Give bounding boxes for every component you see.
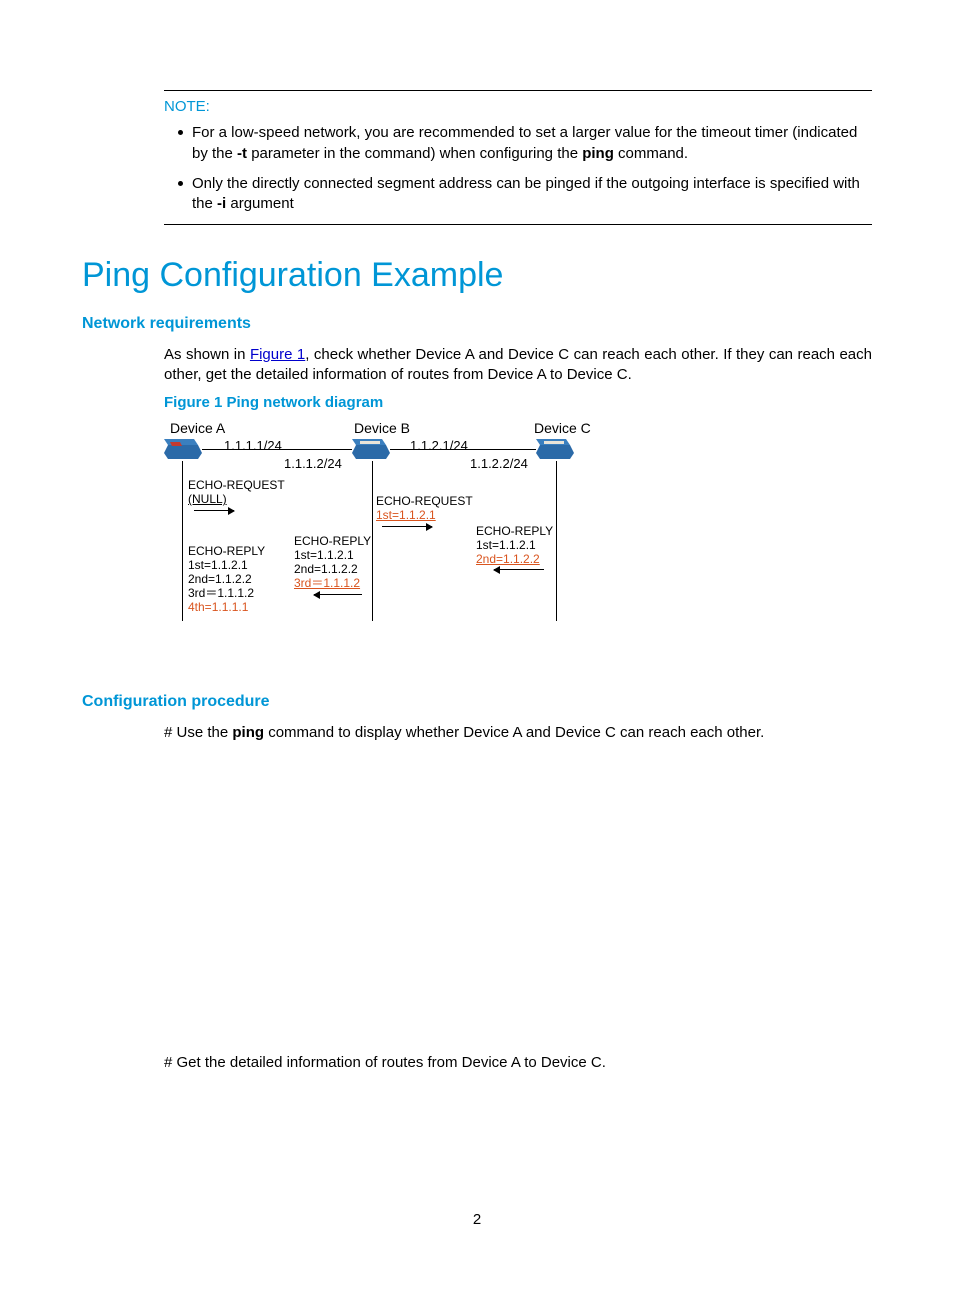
req-a-l2: (NULL) [188,493,285,507]
netreq-heading: Network requirements [82,313,872,335]
timeline-c [556,461,557,621]
msg-rep-b: ECHO-REPLY 1st=1.1.2.1 2nd=1.1.2.2 3rd＝1… [294,535,371,590]
note-2-mid: argument [226,195,294,212]
label-device-a: Device A [170,419,225,438]
figure-caption: Figure 1 Ping network diagram [164,393,872,413]
req-b-l1: ECHO-REQUEST [376,495,473,509]
cfg-p1-b: ping [232,724,264,741]
network-diagram: Device A Device B Device C 1.1.1.1/24 1.… [164,419,594,649]
rep-b-l3: 2nd=1.1.2.2 [294,563,371,577]
note-1-mid: parameter in the command) when configuri… [247,145,582,162]
arrow-req-a [194,510,234,511]
rep-b-l4: 3rd＝1.1.1.2 [294,577,371,591]
rep-b-l2: 1st=1.1.2.1 [294,549,371,563]
cfg-p1: # Use the ping command to display whethe… [164,723,872,743]
ip-c-left: 1.1.2.2/24 [470,455,528,473]
label-device-b: Device B [354,419,410,438]
note-title: NOTE: [164,97,872,117]
rep-a-l4: 3rd＝1.1.1.2 [188,587,265,601]
req-a-l1: ECHO-REQUEST [188,479,285,493]
cfg-p1-pre: # Use the [164,724,232,741]
rep-c-l1: ECHO-REPLY [476,525,553,539]
msg-req-b: ECHO-REQUEST 1st=1.1.2.1 [376,495,473,523]
netreq-paragraph: As shown in Figure 1, check whether Devi… [164,345,872,386]
label-device-c: Device C [534,419,591,438]
page-number: 2 [0,1210,954,1230]
note-item-2: Only the directly connected segment addr… [178,174,872,215]
cfg-heading: Configuration procedure [82,691,872,713]
note-2-b1: -i [217,195,226,212]
note-1-post: command. [614,145,688,162]
device-a-icon [164,439,202,461]
note-1-b2: ping [582,145,614,162]
msg-rep-c: ECHO-REPLY 1st=1.1.2.1 2nd=1.1.2.2 [476,525,553,566]
note-item-1: For a low-speed network, you are recomme… [178,123,872,164]
figure-1-link[interactable]: Figure 1 [250,346,305,363]
rep-a-l2: 1st=1.1.2.1 [188,559,265,573]
arrow-req-b [382,526,432,527]
cfg-p1-post: command to display whether Device A and … [264,724,764,741]
arrow-rep-c [494,569,544,570]
req-b-l2: 1st=1.1.2.1 [376,509,473,523]
msg-rep-a: ECHO-REPLY 1st=1.1.2.1 2nd=1.1.2.2 3rd＝1… [188,545,265,614]
cfg-p2: # Get the detailed information of routes… [164,1053,872,1073]
rep-c-l3: 2nd=1.1.2.2 [476,553,553,567]
ip-a-right: 1.1.1.1/24 [224,437,282,455]
note-1-b1: -t [237,145,247,162]
rep-b-l1: ECHO-REPLY [294,535,371,549]
msg-req-a: ECHO-REQUEST (NULL) [188,479,285,507]
rep-a-l5: 4th=1.1.1.1 [188,601,265,615]
rep-a-l1: ECHO-REPLY [188,545,265,559]
section-heading: Ping Configuration Example [82,253,872,299]
device-c-icon [536,439,574,461]
note-rule-top [164,90,872,91]
rep-a-l3: 2nd=1.1.2.2 [188,573,265,587]
ip-b-left: 1.1.1.2/24 [284,455,342,473]
device-b-icon [352,439,390,461]
arrow-rep-b [314,594,362,595]
timeline-a [182,461,183,621]
rep-c-l2: 1st=1.1.2.1 [476,539,553,553]
netreq-pre: As shown in [164,346,250,363]
timeline-b [372,461,373,621]
ip-b-right: 1.1.2.1/24 [410,437,468,455]
note-rule-bot [164,224,872,225]
